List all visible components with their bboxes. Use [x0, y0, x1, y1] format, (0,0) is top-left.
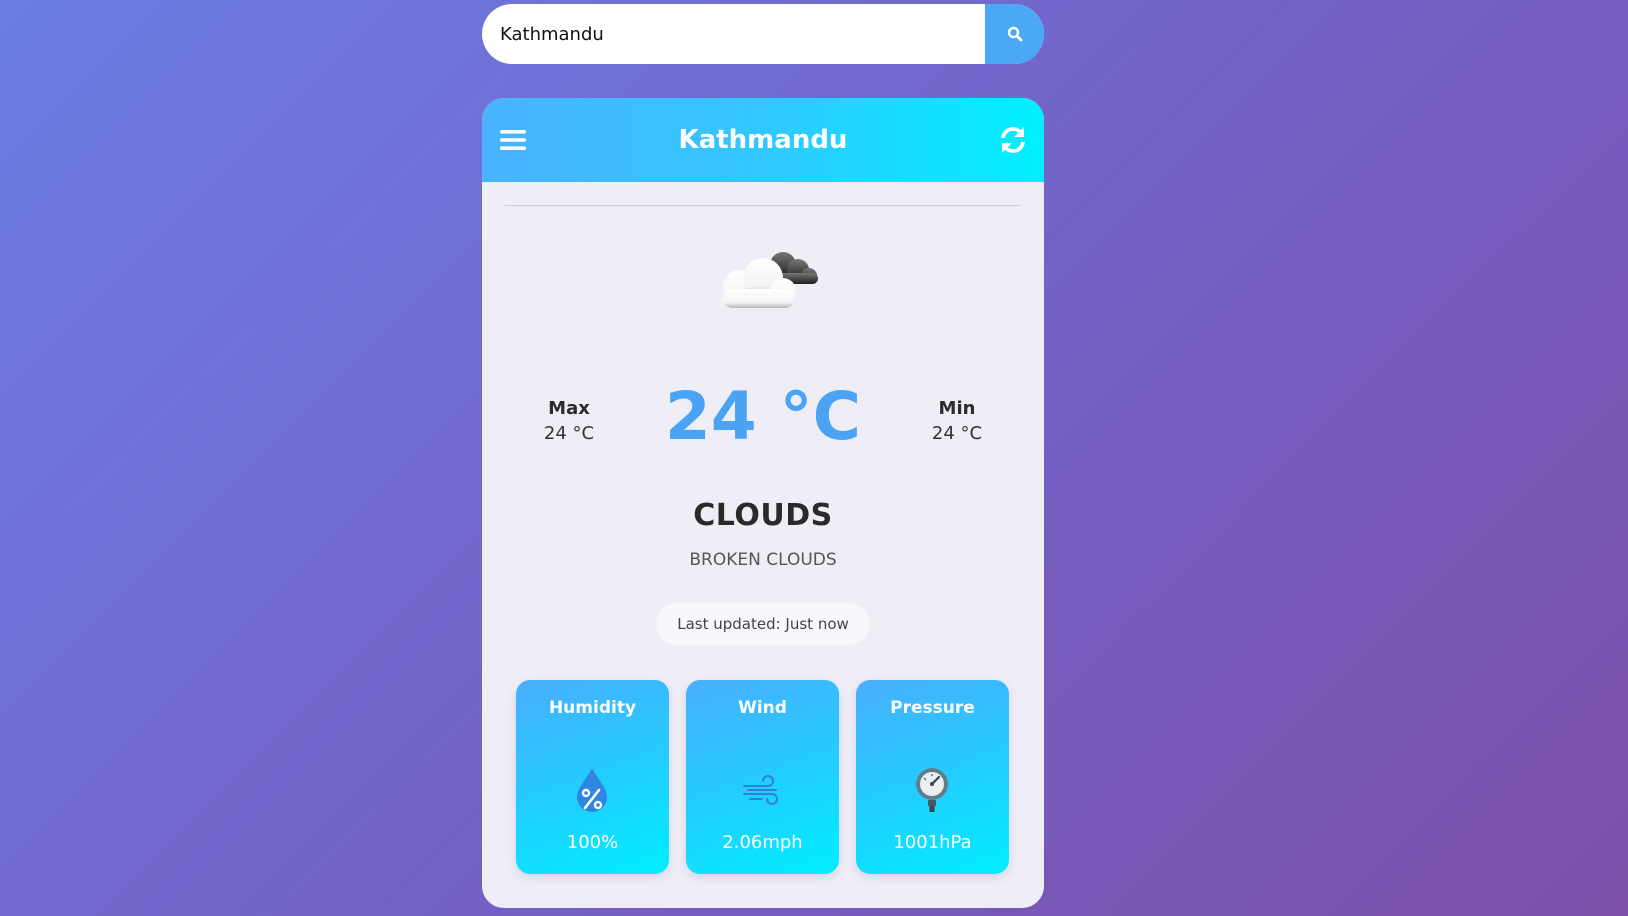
- max-temp: Max 24 °C: [519, 398, 619, 444]
- card-header: Kathmandu: [482, 98, 1044, 182]
- weather-card: Kathmandu Max 24 °C 24 °C Min 24 °C CLOU…: [482, 98, 1044, 908]
- menu-button[interactable]: [498, 125, 528, 155]
- city-title: Kathmandu: [678, 125, 848, 155]
- humidity-drop-icon: [577, 768, 607, 812]
- wind-icon: [743, 775, 778, 805]
- humidity-tile: Humidity 100%: [516, 680, 669, 874]
- max-value: 24 °C: [543, 423, 595, 444]
- search-bar: [482, 4, 1044, 64]
- wind-tile: Wind 2.06mph: [686, 680, 839, 874]
- search-icon: [1007, 26, 1022, 42]
- tile-value: 100%: [566, 832, 619, 853]
- refresh-button[interactable]: [998, 125, 1028, 155]
- current-temperature: 24 °C: [664, 378, 862, 455]
- tile-title: Wind: [738, 698, 787, 718]
- min-temp: Min 24 °C: [907, 398, 1007, 444]
- last-updated-badge: Last updated: Just now: [656, 603, 870, 645]
- min-label: Min: [938, 398, 976, 419]
- divider: [505, 205, 1021, 206]
- pressure-tile: Pressure 1001hPa: [856, 680, 1009, 874]
- weather-description: BROKEN CLOUDS: [689, 550, 837, 570]
- weather-condition: CLOUDS: [693, 498, 833, 533]
- max-label: Max: [548, 398, 590, 419]
- tile-title: Humidity: [548, 698, 637, 718]
- refresh-icon: [1001, 127, 1025, 153]
- pressure-gauge-icon: [916, 768, 948, 812]
- hamburger-menu-icon: [500, 130, 526, 150]
- search-input[interactable]: [482, 4, 985, 64]
- min-value: 24 °C: [931, 423, 983, 444]
- tile-value: 1001hPa: [893, 832, 972, 853]
- tile-title: Pressure: [890, 698, 975, 718]
- broken-clouds-icon: [723, 252, 818, 308]
- tile-value: 2.06mph: [722, 832, 803, 853]
- search-button[interactable]: [985, 4, 1044, 64]
- detail-tiles: Humidity 100% Wind 2.06mph Pressure 1001…: [516, 680, 1009, 874]
